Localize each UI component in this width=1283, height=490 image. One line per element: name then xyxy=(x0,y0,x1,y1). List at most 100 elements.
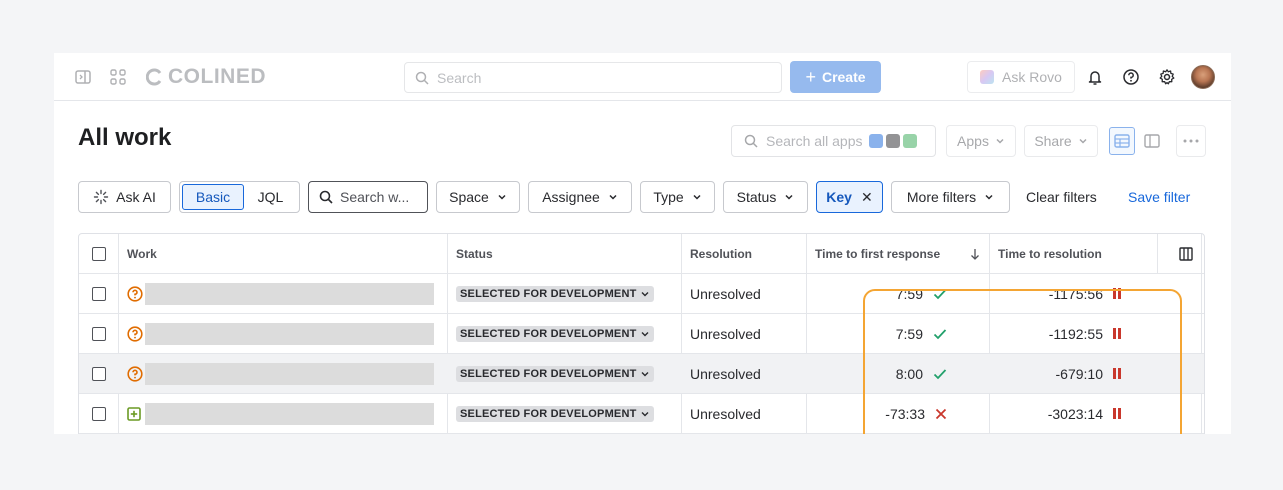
type-filter-label: Type xyxy=(653,189,684,205)
create-button[interactable]: + Create xyxy=(790,61,881,93)
more-actions-button[interactable] xyxy=(1176,125,1206,157)
clear-filters-button[interactable]: Clear filters xyxy=(1026,181,1097,213)
search-all-apps-input[interactable]: Search all apps xyxy=(731,125,936,157)
share-label: Share xyxy=(1034,133,1072,149)
status-lozenge[interactable]: SELECTED FOR DEVELOPMENT xyxy=(456,285,654,302)
work-type-icon xyxy=(127,394,141,433)
status-lozenge[interactable]: SELECTED FOR DEVELOPMENT xyxy=(456,405,654,422)
time-to-resolution-cell: -1192:55 xyxy=(998,314,1121,353)
apps-dropdown-button[interactable]: Apps xyxy=(946,125,1016,157)
resolution-value: Unresolved xyxy=(690,285,761,302)
check-icon xyxy=(933,328,947,339)
table-row[interactable]: SELECTED FOR DEVELOPMENT Unresolved -73:… xyxy=(79,394,1204,434)
basic-mode-button[interactable]: Basic xyxy=(182,184,244,210)
space-filter-label: Space xyxy=(449,189,489,205)
chevron-down-icon xyxy=(996,138,1004,144)
ask-ai-label: Ask AI xyxy=(116,189,156,205)
assignee-filter-label: Assignee xyxy=(542,189,600,205)
product-logo[interactable]: COLINED xyxy=(146,65,266,89)
question-icon xyxy=(127,285,143,302)
column-header-resolution[interactable]: Resolution xyxy=(690,234,752,273)
work-type-icon xyxy=(127,314,143,353)
space-filter-button[interactable]: Space xyxy=(436,181,520,213)
chevron-down-icon xyxy=(641,411,649,416)
check-icon xyxy=(933,368,947,379)
create-label: Create xyxy=(821,69,866,85)
settings-gear-icon[interactable] xyxy=(1158,68,1176,86)
row-checkbox[interactable] xyxy=(92,286,106,301)
resolution-value: Unresolved xyxy=(690,365,761,382)
status-text: SELECTED FOR DEVELOPMENT xyxy=(460,327,637,340)
first-response-cell: 7:59 xyxy=(815,274,947,313)
list-view-toggle[interactable] xyxy=(1109,127,1135,155)
first-response-value: 7:59 xyxy=(895,285,923,302)
select-all-checkbox[interactable] xyxy=(92,246,106,261)
column-picker-button[interactable] xyxy=(1179,234,1193,273)
ask-ai-button[interactable]: Ask AI xyxy=(78,181,171,213)
chevron-down-icon xyxy=(609,194,617,200)
assignee-filter-button[interactable]: Assignee xyxy=(528,181,632,213)
column-header-status[interactable]: Status xyxy=(456,234,493,273)
more-filters-button[interactable]: More filters xyxy=(891,181,1010,213)
status-lozenge[interactable]: SELECTED FOR DEVELOPMENT xyxy=(456,325,654,342)
remove-key-filter-icon[interactable]: ✕ xyxy=(861,189,873,206)
paused-icon xyxy=(1113,408,1121,419)
first-response-value: 7:59 xyxy=(895,325,923,342)
work-items-table: Work Status Resolution Time to first res… xyxy=(78,233,1205,434)
table-row[interactable]: SELECTED FOR DEVELOPMENT Unresolved 8:00… xyxy=(79,354,1204,394)
logo-text: COLINED xyxy=(168,65,266,88)
table-header-row: Work Status Resolution Time to first res… xyxy=(79,234,1204,274)
detail-view-toggle[interactable] xyxy=(1139,127,1165,155)
google-drive-icon xyxy=(902,134,917,148)
status-lozenge[interactable]: SELECTED FOR DEVELOPMENT xyxy=(456,365,654,382)
type-filter-button[interactable]: Type xyxy=(640,181,715,213)
logo-mark-icon xyxy=(146,68,162,86)
search-mode-toggle: Basic JQL xyxy=(179,181,300,213)
work-summary-redacted[interactable] xyxy=(145,402,434,425)
user-avatar[interactable] xyxy=(1191,65,1215,89)
row-checkbox[interactable] xyxy=(92,366,106,381)
notifications-bell-icon[interactable] xyxy=(1086,68,1104,86)
key-filter-button[interactable]: Key ✕ xyxy=(816,181,883,213)
share-dropdown-button[interactable]: Share xyxy=(1024,125,1098,157)
app-switcher-icon[interactable] xyxy=(109,68,127,86)
row-checkbox[interactable] xyxy=(92,326,106,341)
status-filter-button[interactable]: Status xyxy=(723,181,808,213)
column-header-time-to-resolution[interactable]: Time to resolution xyxy=(998,234,1102,273)
global-search-input[interactable]: Search xyxy=(404,62,782,93)
help-icon[interactable] xyxy=(1122,68,1140,86)
status-text: SELECTED FOR DEVELOPMENT xyxy=(460,287,637,300)
question-icon xyxy=(127,365,143,382)
table-row[interactable]: SELECTED FOR DEVELOPMENT Unresolved 7:59… xyxy=(79,314,1204,354)
first-response-value: -73:33 xyxy=(885,405,925,422)
work-summary-redacted[interactable] xyxy=(145,282,434,305)
jql-mode-button[interactable]: JQL xyxy=(244,184,297,210)
work-summary-redacted[interactable] xyxy=(145,322,434,345)
first-response-cell: 7:59 xyxy=(815,314,947,353)
plus-square-icon xyxy=(127,406,141,421)
chevron-down-icon xyxy=(641,291,649,296)
chevron-down-icon xyxy=(1079,138,1087,144)
work-summary-redacted[interactable] xyxy=(145,362,434,385)
more-dots-icon xyxy=(1183,139,1199,143)
rovo-icon xyxy=(980,70,994,84)
column-header-work[interactable]: Work xyxy=(127,234,157,273)
status-text: SELECTED FOR DEVELOPMENT xyxy=(460,407,637,420)
sidebar-toggle-icon[interactable] xyxy=(74,68,92,86)
search-icon xyxy=(415,71,429,85)
search-work-input[interactable]: Search w... xyxy=(308,181,428,213)
question-icon xyxy=(127,325,143,342)
save-filter-link[interactable]: Save filter xyxy=(1128,181,1190,213)
paused-icon xyxy=(1113,368,1121,379)
table-row[interactable]: SELECTED FOR DEVELOPMENT Unresolved 7:59… xyxy=(79,274,1204,314)
global-search-placeholder: Search xyxy=(437,69,482,86)
search-icon xyxy=(319,190,333,204)
split-view-icon xyxy=(1144,134,1160,148)
row-checkbox[interactable] xyxy=(92,406,106,421)
sort-descending-icon[interactable] xyxy=(970,248,980,260)
column-header-first-response[interactable]: Time to first response xyxy=(815,234,980,273)
first-response-cell: 8:00 xyxy=(815,354,947,393)
ask-rovo-button[interactable]: Ask Rovo xyxy=(967,61,1075,93)
top-navigation-bar: COLINED Search + Create Ask Rovo xyxy=(54,53,1231,101)
time-to-resolution-value: -3023:14 xyxy=(1047,405,1103,422)
